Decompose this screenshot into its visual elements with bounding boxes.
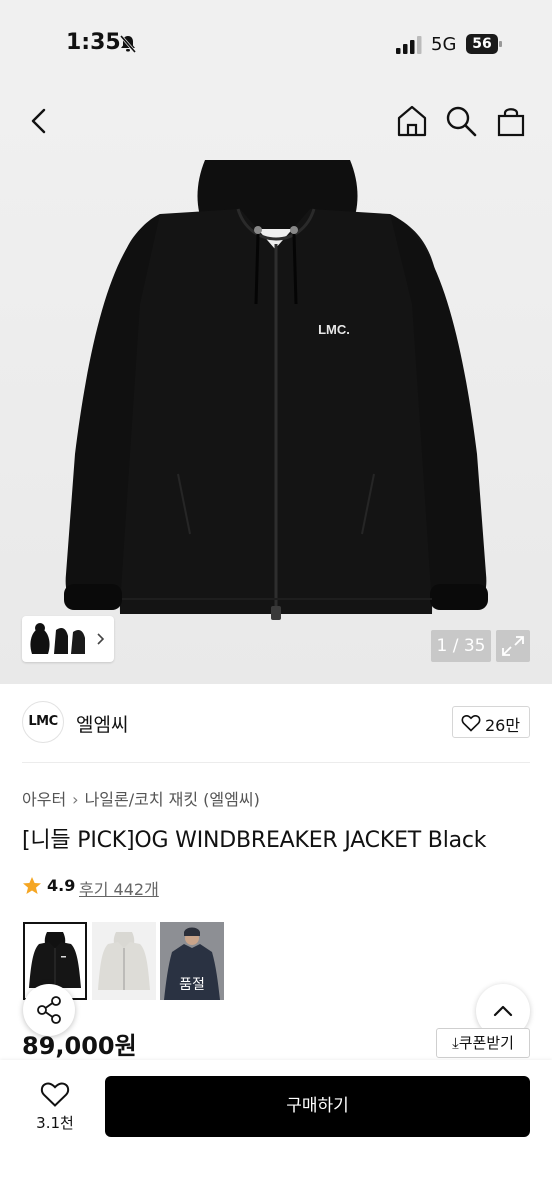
product-price: 89,000원 xyxy=(22,1032,137,1060)
jacket-gray-thumbnail xyxy=(98,932,150,990)
breadcrumb: 아우터 › 나일론/코치 재킷 (엘엠씨) xyxy=(22,786,260,810)
jacket-logo-text: LMC. xyxy=(318,322,350,337)
brand-like-button[interactable]: 26만 xyxy=(452,706,530,738)
battery-indicator: 56 xyxy=(466,34,502,54)
home-icon[interactable] xyxy=(396,104,428,138)
brand-like-count: 26만 xyxy=(485,716,521,735)
status-time: 1:35 xyxy=(66,30,121,55)
product-image-jacket: LMC. xyxy=(64,160,488,620)
battery-level: 56 xyxy=(466,34,498,54)
soldout-label: 품절 xyxy=(179,977,205,993)
battery-tip xyxy=(499,41,502,47)
review-count-link[interactable]: 후기 442개 xyxy=(79,876,159,900)
color-option-light-gray[interactable] xyxy=(92,922,156,1000)
thumbnail-preview-icon xyxy=(30,623,105,654)
product-title: [니들 PICK]OG WINDBREAKER JACKET Black xyxy=(22,828,487,853)
bottom-action-bar: 3.1천 구매하기 xyxy=(0,1060,552,1200)
chevron-right-icon: › xyxy=(72,790,79,809)
breadcrumb-item-outer[interactable]: 아우터 xyxy=(22,786,66,810)
star-icon xyxy=(23,877,41,894)
expand-icon[interactable] xyxy=(496,630,530,662)
divider xyxy=(22,762,530,763)
status-bar: 1:35 5G 56 xyxy=(0,0,552,90)
coupon-label: 쿠폰받기 xyxy=(458,1034,514,1052)
color-option-navy[interactable]: 품절 xyxy=(160,922,224,1000)
rating-value: 4.9 xyxy=(47,876,76,895)
buy-button[interactable]: 구매하기 xyxy=(105,1076,530,1137)
wishlist-count: 3.1천 xyxy=(36,1114,74,1132)
heart-outline-icon xyxy=(461,715,481,732)
back-icon[interactable] xyxy=(22,104,56,138)
product-gallery[interactable]: LMC. 1 / 35 xyxy=(0,90,552,684)
download-icon: ⤓ xyxy=(452,1034,459,1052)
heart-icon[interactable] xyxy=(40,1080,70,1108)
brand-logo[interactable]: LMC xyxy=(22,701,64,743)
shopping-bag-icon[interactable] xyxy=(494,104,528,138)
search-icon[interactable] xyxy=(444,104,478,138)
coupon-button[interactable]: ⤓쿠폰받기 xyxy=(436,1028,530,1058)
image-page-counter: 1 / 35 xyxy=(431,630,491,662)
signal-icon xyxy=(396,36,422,54)
thumbnail-strip[interactable] xyxy=(22,616,114,662)
breadcrumb-item-category[interactable]: 나일론/코치 재킷 (엘엠씨) xyxy=(85,786,260,810)
brand-name[interactable]: 엘엠씨 xyxy=(76,710,128,737)
network-label: 5G xyxy=(431,34,457,55)
bell-off-icon xyxy=(119,35,137,53)
